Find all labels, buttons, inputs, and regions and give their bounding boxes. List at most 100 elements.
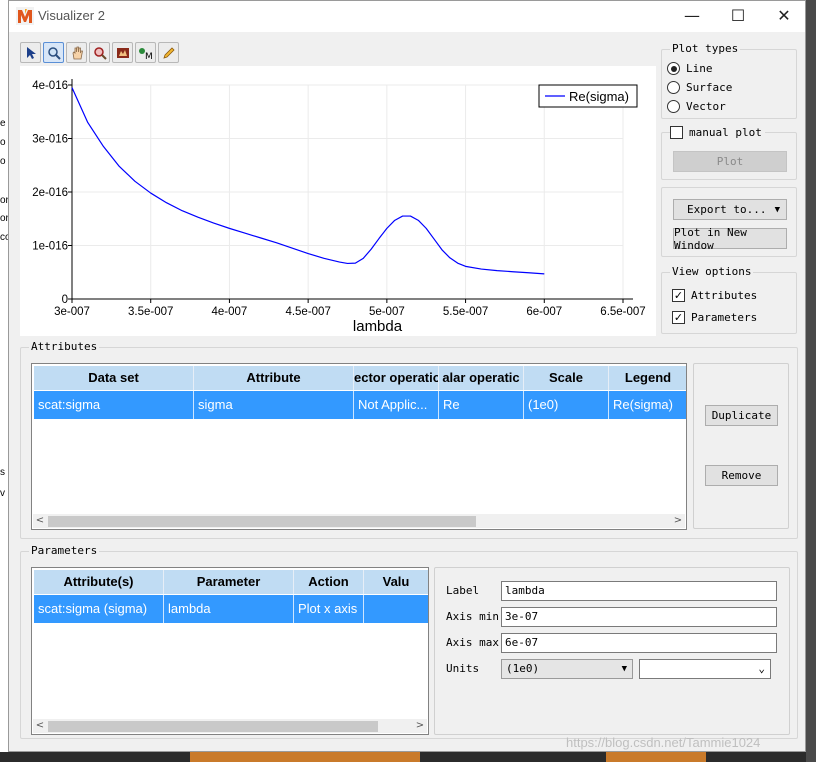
export-to-button[interactable]: Export to... ▼ xyxy=(673,199,787,220)
zoom-reset-icon xyxy=(93,46,107,60)
maximize-button[interactable]: ☐ xyxy=(715,1,761,32)
attributes-checkbox[interactable]: ✓ Attributes xyxy=(672,289,757,302)
checkbox-label: Attributes xyxy=(691,289,758,302)
select-tool-button[interactable] xyxy=(20,42,41,63)
background-accent xyxy=(190,752,420,762)
parameters-table[interactable]: Attribute(s) Parameter Action Valu scat:… xyxy=(31,567,429,735)
manual-plot-checkbox[interactable]: manual plot xyxy=(670,126,765,139)
radio-label: Line xyxy=(686,62,713,75)
chevron-down-icon: ⌄ xyxy=(758,662,765,675)
image-export-tool-button[interactable] xyxy=(112,42,133,63)
attribute-actions-panel: Duplicate Remove xyxy=(693,363,789,529)
visualizer-window: Visualizer 2 — ☐ ✕ M 3e-007 3.5e-007 4e-… xyxy=(8,0,806,752)
x-tick-label: 3e-007 xyxy=(54,306,90,318)
label-field-label: Label xyxy=(446,584,480,597)
plot-canvas[interactable]: 3e-007 3.5e-007 4e-007 4.5e-007 5e-007 5.5e-0… xyxy=(20,66,656,336)
export-to-label: Export to... xyxy=(687,203,767,216)
column-header[interactable]: alar operatic xyxy=(439,366,524,390)
column-header[interactable]: Parameter xyxy=(164,570,294,594)
table-cell[interactable]: Plot x axis xyxy=(294,595,364,623)
matlab-export-icon: M xyxy=(138,47,153,60)
manual-plot-group: manual plot Plot xyxy=(661,126,797,180)
x-tick-label: 5.5e-007 xyxy=(443,306,488,318)
units-label: Units xyxy=(446,662,480,675)
table-cell[interactable]: scat:sigma (sigma) xyxy=(34,595,164,623)
scroll-left-icon[interactable]: < xyxy=(33,514,47,528)
table-header: Attribute(s) Parameter Action Valu xyxy=(34,570,428,594)
checkbox-box[interactable]: ✓ xyxy=(672,311,685,324)
axis-min-input[interactable]: 3e-07 xyxy=(501,607,777,627)
checkbox-label: manual plot xyxy=(689,126,762,139)
parameters-title: Parameters xyxy=(29,544,100,557)
watermark-text: https://blog.csdn.net/Tammie1024 xyxy=(566,735,761,750)
radio-vector[interactable]: Vector xyxy=(667,100,726,113)
column-header[interactable]: Attribute(s) xyxy=(34,570,164,594)
column-header[interactable]: Valu xyxy=(364,570,428,594)
scroll-left-icon[interactable]: < xyxy=(33,719,47,733)
table-cell[interactable] xyxy=(364,595,428,623)
pan-tool-button[interactable] xyxy=(66,42,87,63)
plot-button[interactable]: Plot xyxy=(673,151,787,172)
column-header[interactable]: Legend xyxy=(609,366,686,390)
column-header[interactable]: Action xyxy=(294,570,364,594)
scroll-right-icon[interactable]: > xyxy=(671,514,685,528)
scrollbar-thumb[interactable] xyxy=(48,721,378,732)
attributes-group: Attributes Data set Attribute ector oper… xyxy=(20,340,798,539)
plot-types-title: Plot types xyxy=(670,42,741,55)
table-cell[interactable]: lambda xyxy=(164,595,294,623)
pencil-tool-button[interactable] xyxy=(158,42,179,63)
table-cell[interactable]: Re xyxy=(439,391,524,419)
matlab-export-tool-button[interactable]: M xyxy=(135,42,156,63)
units-secondary-select[interactable]: ⌄ xyxy=(639,659,771,679)
x-axis-label: lambda xyxy=(353,318,403,335)
scroll-right-icon[interactable]: > xyxy=(413,719,427,733)
close-button[interactable]: ✕ xyxy=(761,1,807,32)
minimize-button[interactable]: — xyxy=(669,1,715,32)
column-header[interactable]: Data set xyxy=(34,366,194,390)
duplicate-button[interactable]: Duplicate xyxy=(705,405,778,426)
horizontal-scrollbar[interactable]: < > xyxy=(33,719,427,733)
column-header[interactable]: Attribute xyxy=(194,366,354,390)
table-cell[interactable]: Re(sigma) xyxy=(609,391,686,419)
radio-label: Vector xyxy=(686,100,726,113)
radio-indicator[interactable] xyxy=(667,62,680,75)
units-select[interactable]: (1e0) ▼ xyxy=(501,659,633,679)
table-cell[interactable]: scat:sigma xyxy=(34,391,194,419)
zoom-tool-button[interactable] xyxy=(43,42,64,63)
svg-text:M: M xyxy=(145,52,153,60)
x-tick-label: 4e-007 xyxy=(212,306,248,318)
table-row[interactable]: scat:sigma sigma Not Applic... Re (1e0) … xyxy=(34,391,686,419)
y-tick-label: 2e-016 xyxy=(32,187,68,199)
radio-surface[interactable]: Surface xyxy=(667,81,732,94)
column-header[interactable]: ector operatio xyxy=(354,366,439,390)
horizontal-scrollbar[interactable]: < > xyxy=(33,514,685,528)
radio-line[interactable]: Line xyxy=(667,62,713,75)
background-text: o xyxy=(0,156,6,167)
parameters-checkbox[interactable]: ✓ Parameters xyxy=(672,311,757,324)
label-input[interactable]: lambda xyxy=(501,581,777,601)
remove-button[interactable]: Remove xyxy=(705,465,778,486)
pan-hand-icon xyxy=(72,46,83,59)
table-cell[interactable]: sigma xyxy=(194,391,354,419)
scrollbar-thumb[interactable] xyxy=(48,516,476,527)
radio-indicator[interactable] xyxy=(667,100,680,113)
zoom-reset-tool-button[interactable] xyxy=(89,42,110,63)
checkbox-box[interactable] xyxy=(670,126,683,139)
table-row[interactable]: scat:sigma (sigma) lambda Plot x axis xyxy=(34,595,428,623)
radio-indicator[interactable] xyxy=(667,81,680,94)
title-bar[interactable]: Visualizer 2 — ☐ ✕ xyxy=(9,1,805,32)
background-accent xyxy=(606,752,706,762)
plot-in-new-window-button[interactable]: Plot in New Window xyxy=(673,226,787,252)
column-header[interactable]: Scale xyxy=(524,366,609,390)
window-title: Visualizer 2 xyxy=(38,8,105,23)
axis-min-label: Axis min xyxy=(446,610,499,623)
checkbox-box[interactable]: ✓ xyxy=(672,289,685,302)
attributes-table[interactable]: Data set Attribute ector operatio alar o… xyxy=(31,363,687,530)
background-text: o xyxy=(0,137,6,148)
table-cell[interactable]: (1e0) xyxy=(524,391,609,419)
table-cell[interactable]: Not Applic... xyxy=(354,391,439,419)
background-text: e xyxy=(0,118,6,129)
y-tick-label: 0 xyxy=(62,294,68,306)
dropdown-arrow-icon: ▼ xyxy=(774,204,780,215)
axis-max-input[interactable]: 6e-07 xyxy=(501,633,777,653)
